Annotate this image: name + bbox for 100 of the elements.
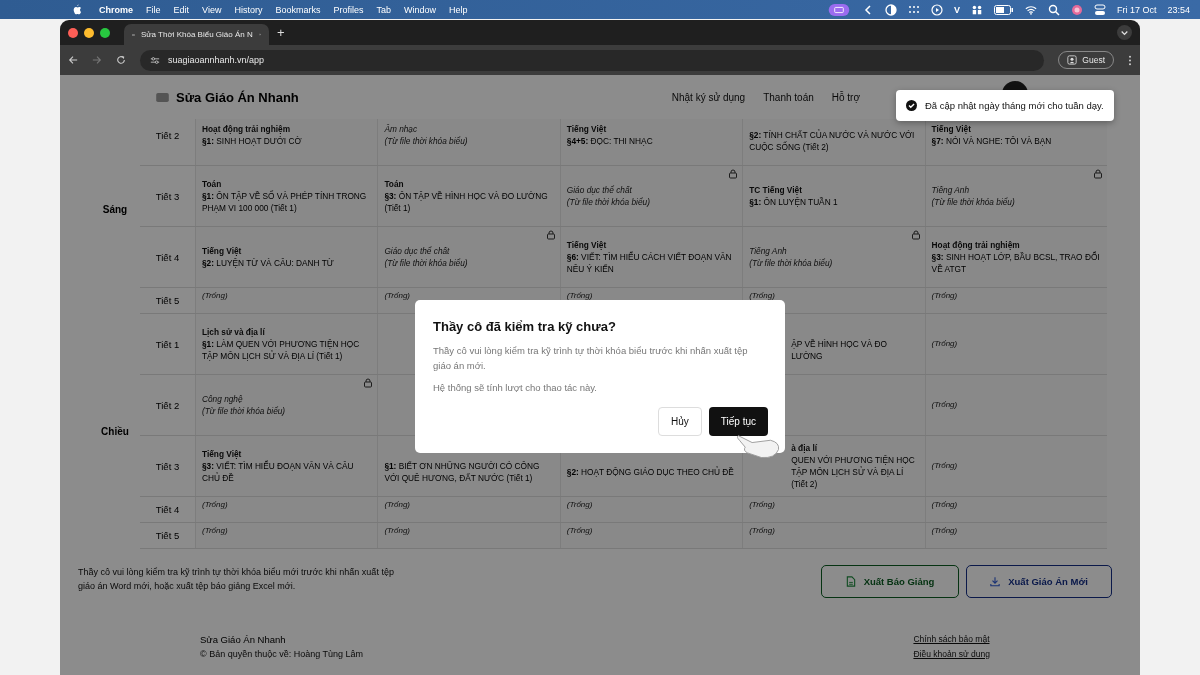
period-label: Tiết 2 (154, 398, 181, 413)
export-report-button[interactable]: Xuất Báo Giảng (821, 565, 959, 598)
lock-icon[interactable] (910, 230, 921, 240)
source-note: (Từ file thời khóa biểu) (384, 135, 469, 147)
menu-item[interactable]: Help (449, 4, 468, 15)
nav-link[interactable]: Nhật ký sử dụng (671, 91, 746, 103)
footer-link[interactable]: Điều khoản sử dụng (913, 649, 990, 659)
lesson-title: §1: LÀM QUEN VỚI PHƯƠNG TIỆN HỌC TẬP MÔN LỊCH SỬ VÀ ĐỊA LÍ (Tiết 1) (202, 338, 361, 362)
lock-icon[interactable] (545, 230, 556, 240)
lock-icon[interactable] (728, 169, 739, 179)
period-label: Tiết 2 (154, 128, 181, 143)
period-label: Tiết 4 (154, 250, 181, 265)
color-circle-icon[interactable] (1070, 3, 1083, 16)
subject-name: TC Tiếng Việt (749, 184, 803, 196)
menu-item[interactable]: File (146, 4, 161, 15)
lesson-title: §1: ÔN LUYỆN TUẦN 1 (749, 196, 839, 208)
subject-name: Tiếng Việt (202, 448, 243, 460)
subject-name: Tiếng Việt (566, 123, 608, 135)
lesson-title: §4+5: ĐỌC: THI NHẠC (566, 135, 654, 147)
subject-name: Tiếng Việt (931, 123, 972, 135)
source-note: (Từ file thời khóa biểu) (749, 257, 834, 269)
menu-time[interactable]: 23:54 (1167, 4, 1190, 15)
address-bar[interactable]: suagiaoannhanh.vn/app (140, 49, 1045, 71)
tab-search-icon[interactable] (1117, 25, 1132, 40)
session-label: Chiều (100, 425, 130, 439)
wifi-icon[interactable] (1024, 3, 1037, 16)
subject-name: Hoạt động trải nghiệm (931, 239, 1021, 251)
dots-grid-icon[interactable] (907, 3, 920, 16)
export-lesson-button[interactable]: Xuất Giáo Án Mới (966, 565, 1112, 598)
menu-date[interactable]: Fri 17 Oct (1116, 4, 1157, 15)
footer-link[interactable]: Chính sách bảo mật (913, 634, 990, 644)
menu-item[interactable]: Bookmarks (275, 4, 321, 15)
lesson-title: §3: VIẾT: TÌM HIỂU ĐOẠN VĂN VÀ CÂU CHỦ ĐỀ (202, 460, 355, 484)
menu-app-name[interactable]: Chrome (99, 4, 133, 15)
subject-name: Toán (202, 178, 223, 190)
lesson-title: §2: LUYỆN TỪ VÀ CÂU: DANH TỪ (202, 257, 335, 269)
nav-link[interactable]: Hỗ trợ (831, 91, 860, 103)
apple-logo-icon[interactable] (72, 4, 82, 15)
continue-button[interactable]: Tiếp tục (708, 407, 768, 436)
document-icon (845, 576, 856, 587)
dialog-title: Thầy cô đã kiểm tra kỹ chưa? (433, 319, 617, 334)
period-label: Tiết 3 (154, 459, 181, 474)
subject-name: Giáo dục thể chất (384, 245, 451, 257)
menu-item[interactable]: History (234, 4, 263, 15)
footer-brand: Sửa Giáo Án Nhanh (200, 634, 287, 645)
battery-icon[interactable] (993, 3, 1014, 16)
menu-item[interactable]: Edit (173, 4, 190, 15)
menu-item[interactable]: Window (403, 4, 436, 15)
dialog-text: Hệ thống sẽ tính lượt cho thao tác này. (433, 381, 598, 395)
lesson-title: QUEN VỚI PHƯƠNG TIỆN HỌC TẬP MÔN LỊCH SỬ VÀ ĐỊA LÍ (Tiết 2) (791, 454, 916, 490)
subject-name: Hoạt động trải nghiệm (202, 123, 292, 135)
period-label: Tiết 5 (154, 529, 181, 543)
status-letter[interactable]: V (953, 4, 960, 15)
maximize-window-icon[interactable] (100, 27, 110, 38)
menu-item[interactable]: Profiles (333, 4, 364, 15)
lesson-title: ẬP VỀ HÌNH HỌC VÀ ĐO LƯỜNG (791, 338, 888, 362)
subject-name: Tiếng Việt (202, 245, 243, 257)
lock-icon[interactable] (1093, 169, 1103, 179)
lesson-title: §2: HOẠT ĐỘNG GIÁO DỤC THEO CHỦ ĐỀ (566, 466, 735, 478)
logo-icon (156, 92, 169, 102)
session-label: Sáng (101, 203, 129, 217)
control-center-icon[interactable] (1093, 3, 1106, 16)
screen-share-icon[interactable] (826, 3, 851, 16)
menu-item[interactable]: View (202, 4, 222, 15)
search-icon[interactable] (1047, 3, 1060, 16)
play-circle-icon[interactable] (930, 3, 943, 16)
browser-tab[interactable]: Sửa Thời Khóa Biểu Giáo Án N (124, 24, 269, 45)
period-label: Tiết 5 (154, 294, 181, 308)
minimize-window-icon[interactable] (84, 27, 94, 38)
check-circle-icon (906, 100, 917, 111)
period-label: Tiết 1 (154, 337, 181, 352)
menu-item[interactable]: Tab (376, 4, 391, 15)
site-settings-icon[interactable] (150, 55, 160, 65)
subject-name: Âm nhạc (384, 123, 419, 135)
lesson-title: §2: TÍNH CHẤT CỦA NƯỚC VÀ NƯỚC VỚI CUỘC SỐNG (Tiết 2) (749, 129, 916, 153)
half-circle-icon[interactable] (884, 3, 897, 16)
lesson-title: §7: NÓI VÀ NGHE: TÔI VÀ BẠN (931, 135, 1053, 147)
new-tab-button[interactable]: + (277, 25, 285, 40)
people-icon[interactable] (970, 3, 983, 16)
subject-name: Công nghệ (202, 393, 244, 405)
lock-icon[interactable] (363, 378, 374, 388)
lesson-title: §1: SINH HOẠT DƯỚI CỜ (202, 135, 303, 147)
lesson-title: §3: ÔN TẬP VỀ HÌNH HỌC VÀ ĐO LƯỜNG (Tiết 1) (384, 190, 549, 214)
back-arrow-icon[interactable] (68, 55, 78, 65)
source-note: (Từ file thời khóa biểu) (384, 257, 469, 269)
nav-link[interactable]: Thanh toán (763, 91, 814, 103)
reload-icon[interactable] (116, 55, 126, 65)
subject-name: Toán (384, 178, 405, 190)
notice-text: Thầy cô vui lòng kiểm tra kỹ trình tự thời khóa biểu mới trước khi nhấn xuất tệp giáo án Word mới, hoặc xuất tệp báo giảng Excel mới. (78, 566, 395, 593)
subject-name: Lịch sử và địa lí (202, 326, 266, 338)
lesson-title: §1: ÔN TẬP VỀ SỐ VÀ PHÉP TÍNH TRONG PHẠM VI 100 000 (Tiết 1) (202, 190, 368, 214)
download-icon (990, 576, 1001, 587)
close-window-icon[interactable] (68, 27, 78, 38)
subject-name: Tiếng Việt (566, 239, 608, 251)
source-note: (Từ file thời khóa biểu) (566, 196, 651, 208)
period-label: Tiết 3 (154, 189, 181, 204)
source-note: (Từ file thời khóa biểu) (931, 196, 1016, 208)
site-title[interactable]: Sửa Giáo Án Nhanh (176, 89, 299, 105)
menu-icon[interactable] (1128, 54, 1132, 66)
cancel-button[interactable]: Hủy (658, 407, 702, 436)
